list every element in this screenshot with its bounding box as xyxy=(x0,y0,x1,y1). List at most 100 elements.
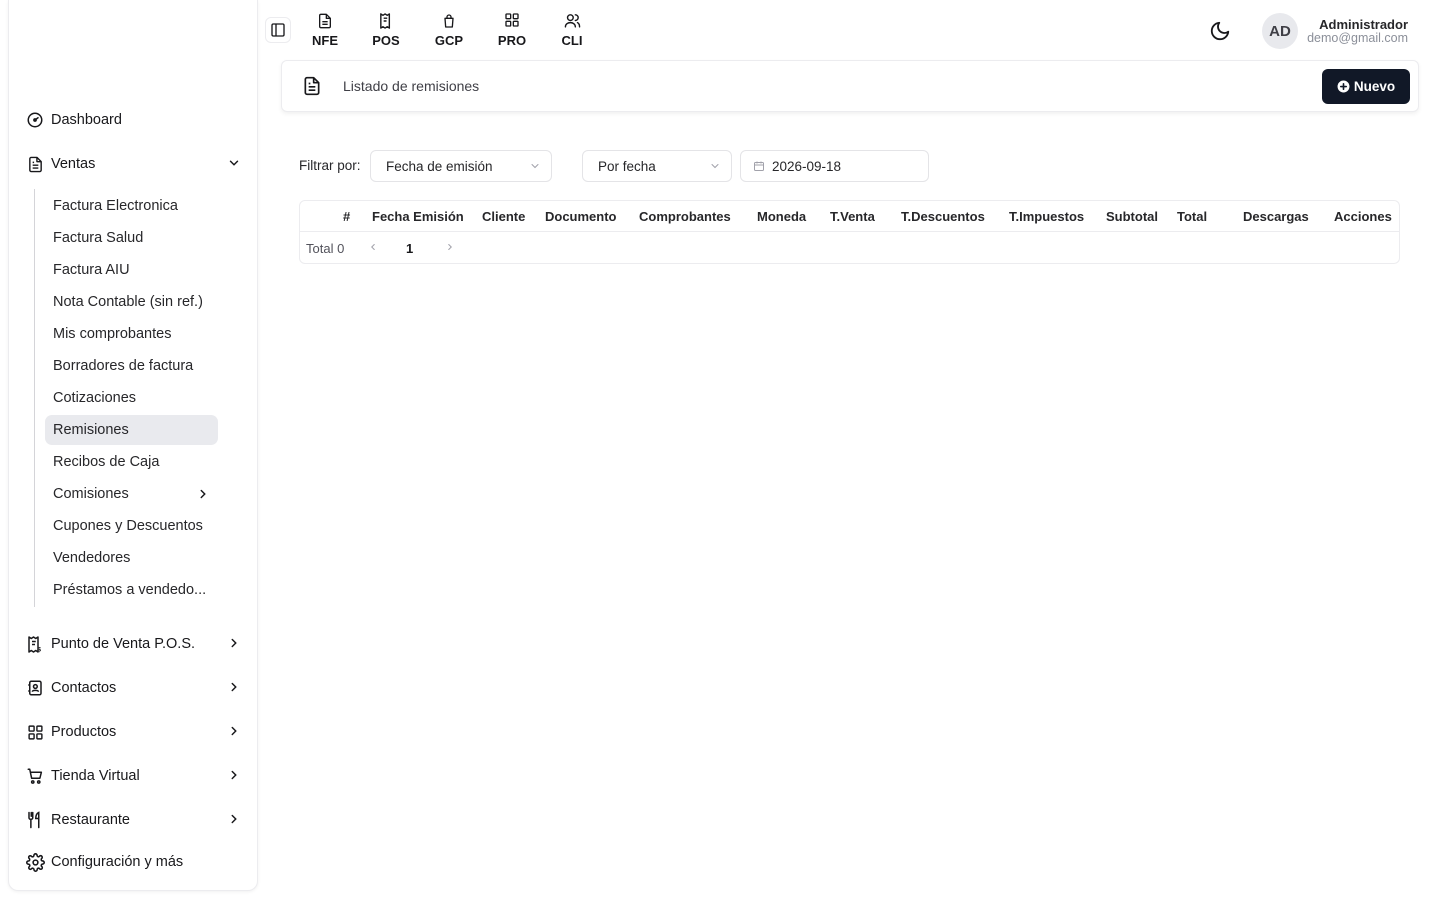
column-header[interactable]: Cliente xyxy=(482,209,525,224)
chevron-right-icon xyxy=(231,726,237,736)
new-button-label: Nuevo xyxy=(1353,79,1396,94)
grid-icon xyxy=(490,12,534,30)
column-header[interactable]: Descargas xyxy=(1243,209,1309,224)
select-value: Fecha de emisión xyxy=(386,158,493,174)
sidebar-item-tienda-virtual[interactable]: Tienda Virtual xyxy=(25,760,247,792)
sidebar: Dashboard Ventas Factura Electronica Fac… xyxy=(8,0,258,891)
app-root: Dashboard Ventas Factura Electronica Fac… xyxy=(0,0,1440,900)
sidebar-item-pos[interactable]: $ Punto de Venta P.O.S. xyxy=(25,628,247,660)
column-header[interactable]: Acciones xyxy=(1334,209,1392,224)
submenu-item[interactable]: Cupones y Descuentos xyxy=(45,511,218,541)
ventas-submenu: Factura Electronica Factura Salud Factur… xyxy=(34,189,234,607)
select-value: Por fecha xyxy=(598,158,656,174)
plus-circle-icon xyxy=(1337,80,1350,93)
tab-label: PRO xyxy=(497,33,527,48)
sidebar-item-dashboard[interactable]: Dashboard xyxy=(25,104,247,136)
submenu-item[interactable]: Comisiones xyxy=(45,479,218,509)
submenu-item[interactable]: Factura Electronica xyxy=(45,191,218,221)
page-header: Listado de remisiones Nuevo xyxy=(281,60,1419,112)
date-input[interactable]: 2026-09-18 xyxy=(740,150,929,182)
submenu-item-label: Borradores de factura xyxy=(53,358,194,374)
receipt-icon xyxy=(364,12,408,30)
column-header[interactable]: Total xyxy=(1177,209,1207,224)
submenu-item[interactable]: Borradores de factura xyxy=(45,351,218,381)
filter-label: Filtrar por: xyxy=(299,158,361,173)
chevron-down-icon xyxy=(229,160,239,166)
submenu-item[interactable]: Factura Salud xyxy=(45,223,218,253)
chevron-right-icon xyxy=(200,489,206,499)
sidebar-item-label: Punto de Venta P.O.S. xyxy=(51,636,196,652)
tab-label: GCP xyxy=(434,33,464,48)
tab-cli[interactable]: CLI xyxy=(550,12,594,52)
submenu-item-label: Cotizaciones xyxy=(53,390,137,406)
sidebar-item-configuracion[interactable]: Configuración y más xyxy=(25,846,247,878)
submenu-item[interactable]: Mis comprobantes xyxy=(45,319,218,349)
sidebar-item-label: Restaurante xyxy=(51,812,130,828)
sidebar-item-restaurante[interactable]: Restaurante xyxy=(25,804,247,836)
submenu-item-label: Recibos de Caja xyxy=(53,454,160,470)
tab-label: NFE xyxy=(312,33,338,48)
column-header[interactable]: Moneda xyxy=(757,209,806,224)
filter-mode-select[interactable]: Por fecha xyxy=(582,150,732,182)
submenu-item[interactable]: Recibos de Caja xyxy=(45,447,218,477)
sidebar-item-contactos[interactable]: Contactos xyxy=(25,672,247,704)
sidebar-item-productos[interactable]: Productos xyxy=(25,716,247,748)
column-header[interactable]: Subtotal xyxy=(1106,209,1158,224)
tab-pos[interactable]: POS xyxy=(364,12,408,52)
submenu-item-label: Factura Salud xyxy=(53,230,144,246)
user-email: demo@gmail.com xyxy=(1307,31,1408,45)
tab-pro[interactable]: PRO xyxy=(490,12,534,52)
pagination-page[interactable]: 1 xyxy=(406,241,413,256)
sidebar-item-label: Tienda Virtual xyxy=(51,768,140,784)
chevron-right-icon xyxy=(231,682,237,692)
submenu-item[interactable]: Vendedores xyxy=(45,543,218,573)
users-icon xyxy=(550,12,594,30)
column-header[interactable]: T.Descuentos xyxy=(901,209,985,224)
svg-text:$: $ xyxy=(37,646,41,653)
tab-gcp[interactable]: GCP xyxy=(427,12,471,52)
submenu-item[interactable]: Cotizaciones xyxy=(45,383,218,413)
submenu-item[interactable]: Préstamos a vendedo... xyxy=(45,575,218,605)
submenu-item[interactable]: Nota Contable (sin ref.) xyxy=(45,287,218,317)
column-header[interactable]: Fecha Emisión xyxy=(372,209,464,224)
chevron-right-icon[interactable] xyxy=(445,241,455,253)
tab-label: CLI xyxy=(561,33,583,48)
chevron-down-icon xyxy=(531,164,539,169)
moon-icon xyxy=(1210,21,1230,41)
gauge-icon xyxy=(25,110,45,130)
submenu-item-label: Comisiones xyxy=(53,486,129,502)
document-icon xyxy=(304,76,320,96)
tab-nfe[interactable]: NFE xyxy=(303,12,347,52)
grid-icon xyxy=(25,722,45,742)
gear-icon xyxy=(25,852,45,872)
submenu-item-label: Préstamos a vendedo... xyxy=(53,582,207,598)
sidebar-item-label: Contactos xyxy=(51,680,117,696)
chevron-left-icon[interactable] xyxy=(368,241,378,253)
document-icon xyxy=(25,154,45,174)
filter-field-select[interactable]: Fecha de emisión xyxy=(370,150,552,182)
column-header[interactable]: Documento xyxy=(545,209,617,224)
submenu-item-label: Factura Electronica xyxy=(53,198,178,214)
submenu-item-label: Vendedores xyxy=(53,550,131,566)
sidebar-item-label: Productos xyxy=(51,724,117,740)
page-title: Listado de remisiones xyxy=(343,78,480,94)
tab-label: POS xyxy=(372,33,400,48)
sidebar-item-ventas[interactable]: Ventas xyxy=(25,148,247,180)
sidebar-item-label: Dashboard xyxy=(51,112,122,128)
submenu-item-label: Mis comprobantes xyxy=(53,326,172,342)
avatar[interactable]: AD xyxy=(1262,13,1298,49)
pagination-total: Total 0 xyxy=(306,241,345,256)
column-header[interactable]: # xyxy=(343,209,350,224)
dark-mode-toggle[interactable] xyxy=(1209,20,1231,42)
submenu-item-active[interactable]: Remisiones xyxy=(45,415,218,445)
date-value: 2026-09-18 xyxy=(772,158,842,174)
column-header[interactable]: T.Venta xyxy=(830,209,875,224)
column-header[interactable]: T.Impuestos xyxy=(1009,209,1084,224)
submenu-item[interactable]: Factura AIU xyxy=(45,255,218,285)
column-header[interactable]: Comprobantes xyxy=(639,209,731,224)
contacts-icon xyxy=(25,678,45,698)
sidebar-toggle-button[interactable] xyxy=(265,17,291,43)
bag-icon xyxy=(427,12,471,30)
receipt-icon: $ xyxy=(25,634,45,654)
new-button[interactable]: Nuevo xyxy=(1322,69,1410,104)
